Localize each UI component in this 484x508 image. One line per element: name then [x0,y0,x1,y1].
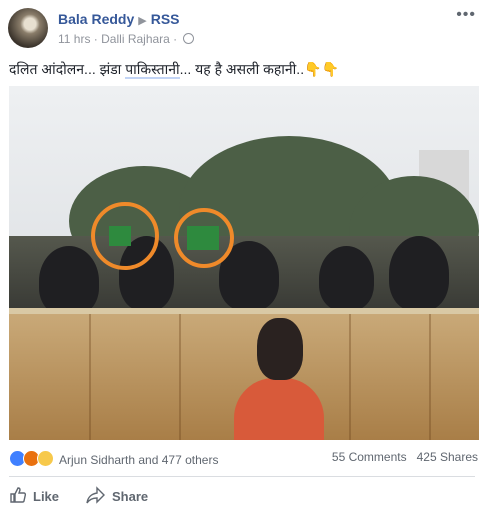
photo-rider [39,246,99,316]
wall-panel-line [429,314,431,440]
photo-rider [319,246,374,311]
triangle-right-icon: ▶ [138,15,147,27]
divider [9,476,475,477]
pointing-down-emoji: 👇👇 [304,61,339,77]
post-header: Bala Reddy ▶ RSS 11 hrs · Dalli Rajhara · … [0,0,484,56]
post-meta: 11 hrs · Dalli Rajhara · [58,32,194,46]
highlight-circle [174,208,234,268]
like-button[interactable]: Like [9,486,59,504]
person-head [257,318,303,380]
comments-count[interactable]: 55 Comments [332,450,407,464]
share-button[interactable]: Share [86,486,148,504]
post-author-line: Bala Reddy ▶ RSS [58,11,180,27]
globe-icon [182,33,194,44]
wall-panel-line [179,314,181,440]
reactors-text[interactable]: Arjun Sidharth and 477 others [59,453,218,467]
reactions-summary[interactable]: Arjun Sidharth and 477 others [9,450,218,467]
share-icon [86,486,105,504]
share-label: Share [112,489,149,504]
photo-person [234,318,324,440]
wall-panel-line [349,314,351,440]
engagement-counts: 55 Comments 425 Shares [322,450,478,464]
avatar[interactable] [8,8,48,48]
like-label: Like [33,489,60,504]
wall-panel-line [89,314,91,440]
post-location[interactable]: Dalli Rajhara [101,32,170,46]
post-text-highlight: पाकिस्तानी [125,61,180,79]
thumbs-up-icon [10,487,27,503]
author-name[interactable]: Bala Reddy [58,11,134,27]
post-time[interactable]: 11 hrs [58,32,90,46]
post-text-suffix: ... यह है असली कहानी.. [179,61,305,77]
target-name[interactable]: RSS [151,11,180,27]
post-photo[interactable] [9,86,479,440]
person-body [234,378,324,440]
sad-reaction-icon [37,450,54,467]
photo-rider [389,236,449,311]
shares-count[interactable]: 425 Shares [417,450,478,464]
highlight-circle [91,202,159,270]
more-icon[interactable]: ••• [456,6,476,24]
post-text-prefix: दलित आंदोलन... झंडा [9,61,126,77]
post-text: दलित आंदोलन... झंडा पाकिस्तानी... यह है … [9,60,339,79]
